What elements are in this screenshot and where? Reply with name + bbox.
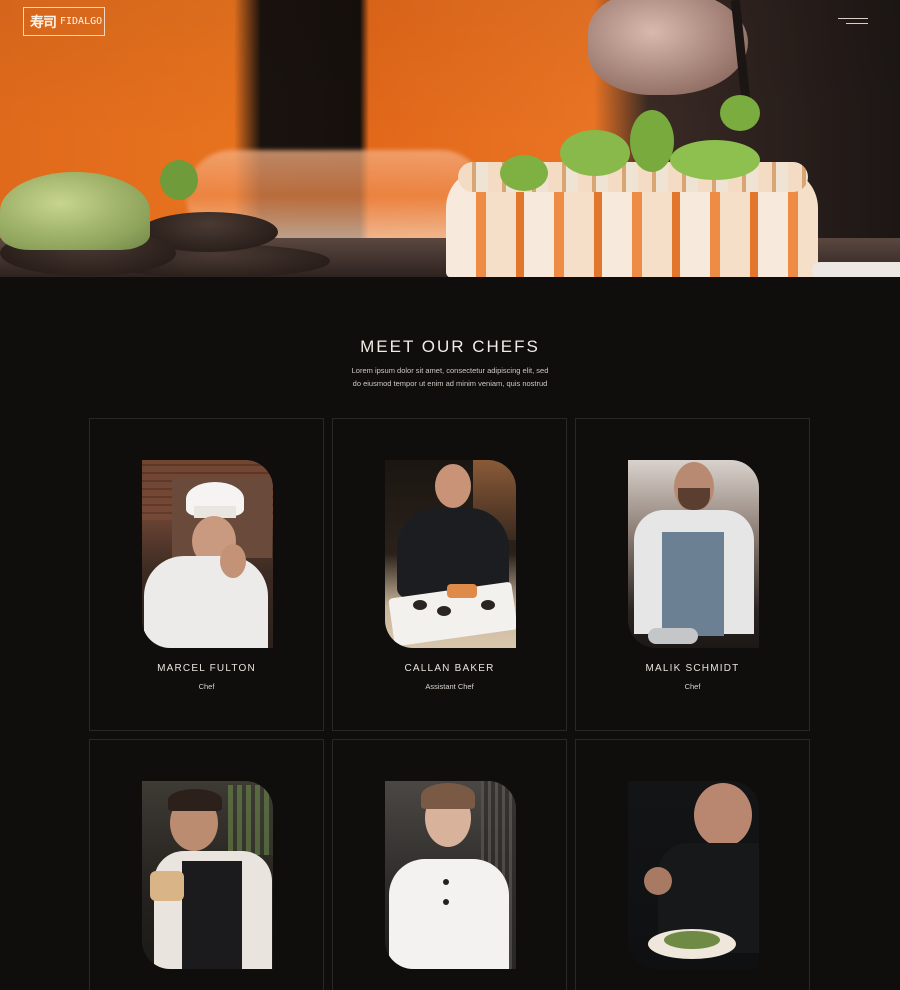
description-line: Lorem ipsum dolor sit amet, consectetur … [351,366,549,375]
microgreens [500,155,548,191]
microgreens [160,160,198,200]
logo-kanji: 寿司 [30,14,57,31]
microgreens [670,140,760,180]
chef-card[interactable] [575,739,810,990]
microgreens [720,95,760,131]
chef-photo [385,460,516,648]
logo-wordmark: FIDALGO [60,16,103,27]
chef-role: Chef [198,682,215,691]
plate [812,262,900,277]
description-line: do eiusmod tempor ut enim ad minim venia… [352,379,548,388]
chef-card[interactable] [332,739,567,990]
section-title: MEET OUR CHEFS [360,337,540,356]
chef-card[interactable]: MALIK SCHMIDT Chef [575,418,810,731]
chef-photo [628,781,759,969]
microgreens [560,130,630,176]
site-logo[interactable]: 寿司 FIDALGO [23,7,105,36]
hamburger-menu-icon[interactable] [838,14,868,30]
microgreens [630,110,674,172]
chef-role: Chef [684,682,701,691]
chef-name: CALLAN BAKER [404,663,495,674]
chef-photo [385,781,516,969]
chef-name: MALIK SCHMIDT [645,663,740,674]
chef-card[interactable]: MARCEL FULTON Chef [89,418,324,731]
chef-name: MARCEL FULTON [157,663,256,674]
chef-photo [142,781,273,969]
hero-image: 寿司 FIDALGO [0,0,900,277]
chef-photo [628,460,759,648]
chef-photo [142,460,273,648]
chef-role: Assistant Chef [425,682,474,691]
chef-card[interactable]: CALLAN BAKER Assistant Chef [332,418,567,731]
wasabi [0,172,150,250]
section-description: Lorem ipsum dolor sit amet, consectetur … [300,364,600,390]
chef-card[interactable] [89,739,324,990]
